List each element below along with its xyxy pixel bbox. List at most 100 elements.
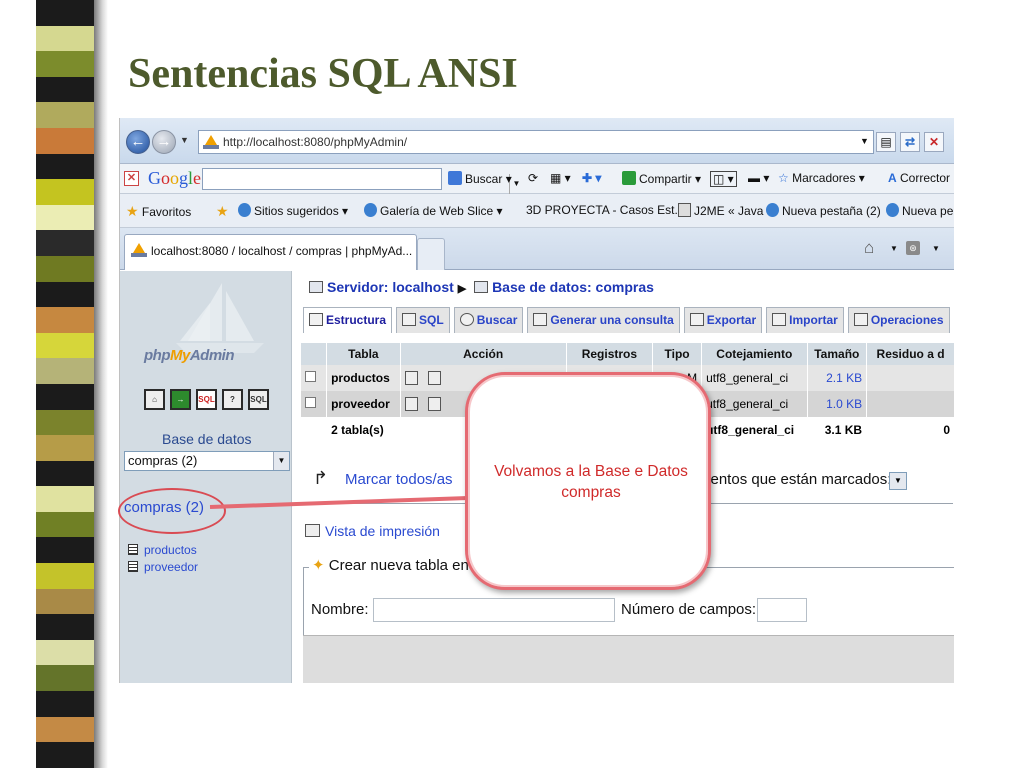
help-button[interactable]: ? (222, 389, 243, 410)
with-marked-select[interactable]: ▼ (889, 472, 907, 490)
sailboat-logo-icon (176, 283, 264, 353)
table-name-link[interactable]: productos (326, 365, 401, 391)
table-icon (128, 544, 138, 555)
google-search-input[interactable]: ▼ (202, 168, 520, 194)
stripe-band (36, 486, 94, 512)
query-window-button[interactable]: SQL (248, 389, 269, 410)
with-marked-label: mentos que están marcados: (698, 471, 892, 488)
sitios-sugeridos-link[interactable]: Sitios sugeridos ▾ (238, 203, 348, 218)
col-cotejamiento[interactable]: Cotejamiento (701, 343, 808, 365)
browse-icon[interactable] (404, 396, 418, 411)
sidebar-table-proveedor[interactable]: proveedor (128, 560, 198, 574)
tab-generar-consulta[interactable]: Generar una consulta (527, 307, 680, 333)
notes-icon[interactable]: ▦ ▾ (550, 171, 571, 185)
stripe-band (36, 358, 94, 384)
pma-tabs: Estructura SQL Buscar Generar una consul… (303, 307, 950, 333)
server-link[interactable]: Servidor: localhost (327, 279, 454, 295)
refresh-icon[interactable]: ⇄ (900, 132, 920, 152)
rss-dropdown-icon[interactable]: ▼ (932, 244, 940, 253)
print-view-link[interactable]: Vista de impresión (305, 523, 440, 539)
proyecta-link[interactable]: 3D PROYECTA - Casos Est... (526, 203, 684, 217)
mark-arrow-icon: ↱ (313, 468, 329, 488)
printer-icon (305, 524, 320, 537)
new-tab-button[interactable] (417, 238, 445, 270)
sidebar-table-productos[interactable]: productos (128, 543, 197, 557)
stripe-band (36, 332, 94, 359)
fields-count-input[interactable] (757, 598, 807, 622)
stripe-band (36, 383, 94, 410)
marcadores-button[interactable]: ☆ Marcadores ▾ (778, 171, 865, 185)
structure-icon[interactable] (427, 370, 441, 385)
structure-icon[interactable] (427, 396, 441, 411)
table-name-input[interactable] (373, 598, 615, 622)
stripe-band (36, 230, 94, 256)
nueva-pestana-link-2[interactable]: Nueva pe (886, 203, 953, 218)
address-bar[interactable]: http://localhost:8080/phpMyAdmin/ (198, 130, 874, 154)
col-tabla[interactable]: Tabla (326, 343, 401, 365)
row-checkbox[interactable] (305, 371, 316, 382)
tab-sql[interactable]: SQL (396, 307, 450, 333)
database-select[interactable]: compras (2) ▼ (124, 451, 290, 471)
compatibility-icon[interactable]: ▤ (876, 132, 896, 152)
export-icon (689, 313, 704, 326)
col-tipo[interactable]: Tipo (652, 343, 703, 365)
history-dropdown-icon[interactable]: ▼ (180, 135, 189, 145)
galeria-link[interactable]: Galería de Web Slice ▾ (364, 203, 503, 218)
close-toolbar-icon[interactable]: ✕ (124, 171, 139, 186)
favoritos-button[interactable]: ★ Favoritos (126, 203, 191, 220)
col-tamano[interactable]: Tamaño (807, 343, 868, 365)
j2me-link[interactable]: J2ME « Java (678, 203, 763, 218)
stripe-band (36, 460, 94, 487)
table-name-link[interactable]: proveedor (326, 391, 401, 417)
home-dropdown-icon[interactable]: ▼ (890, 244, 898, 253)
stripe-shadow (94, 0, 108, 768)
home-icon[interactable]: ⌂ (864, 238, 874, 258)
forward-arrow-icon: → (156, 133, 172, 150)
stripe-band (36, 435, 94, 461)
col-residuo[interactable]: Residuo a d (866, 343, 954, 365)
database-label: Base de datos (162, 431, 252, 447)
database-crumb-link[interactable]: Base de datos: compras (492, 279, 654, 295)
forward-button[interactable]: → (152, 130, 176, 154)
tab-exportar[interactable]: Exportar (683, 307, 763, 333)
nueva-pestana-link[interactable]: Nueva pestaña (2) (766, 203, 881, 218)
sql-button[interactable]: SQL (196, 389, 217, 410)
row-checkbox[interactable] (305, 397, 316, 408)
tab-buscar[interactable]: Buscar (453, 307, 524, 333)
stop-icon[interactable]: ✕ (924, 132, 944, 152)
stripe-band (36, 76, 94, 103)
exit-button[interactable]: → (170, 389, 191, 410)
tab-estructura[interactable]: Estructura (303, 307, 393, 333)
pagerank-icon[interactable]: ⟳ (528, 171, 538, 185)
highlight-ellipse (118, 488, 226, 534)
rss-icon[interactable]: ⊛ (906, 241, 920, 255)
tab-importar[interactable]: Importar (766, 307, 844, 333)
address-dropdown-icon[interactable]: ▼ (860, 136, 869, 146)
mark-all-link[interactable]: Marcar todos/as (345, 471, 453, 488)
browse-icon[interactable] (404, 370, 418, 385)
page-icon (678, 203, 691, 217)
col-registros[interactable]: Registros (566, 343, 654, 365)
slide: Sentencias SQL ANSI ← → ▼ http://localho… (0, 0, 1024, 768)
add-favorite-icon[interactable]: ★ (216, 203, 229, 220)
name-label: Nombre: (311, 601, 369, 618)
buscar-button[interactable]: Buscar ▾ (448, 171, 512, 186)
pma-favicon-icon (131, 243, 147, 257)
structure-icon (309, 313, 323, 326)
tab-operaciones[interactable]: Operaciones (847, 307, 950, 333)
back-button[interactable]: ← (126, 130, 150, 154)
sidewiki-icon[interactable]: ◫ ▾ (710, 171, 737, 187)
stripe-band (36, 691, 94, 717)
corrector-button[interactable]: A Corrector (888, 171, 950, 185)
plus-icon[interactable]: ✚ ▾ (582, 171, 601, 185)
compartir-button[interactable]: Compartir ▾ (622, 171, 701, 186)
search-icon (448, 171, 462, 185)
pma-quick-buttons: ⌂ → SQL ? SQL (144, 389, 269, 410)
translate-icon[interactable]: ▬ ▾ (748, 171, 769, 185)
home-button[interactable]: ⌂ (144, 389, 165, 410)
browser-tab[interactable]: localhost:8080 / localhost / compras | p… (124, 234, 417, 270)
callout-box: Volvamos a la Base e Datos compras (465, 372, 711, 590)
stripe-band (36, 614, 94, 640)
stripe-band (36, 281, 94, 308)
stripe-band (36, 409, 94, 436)
